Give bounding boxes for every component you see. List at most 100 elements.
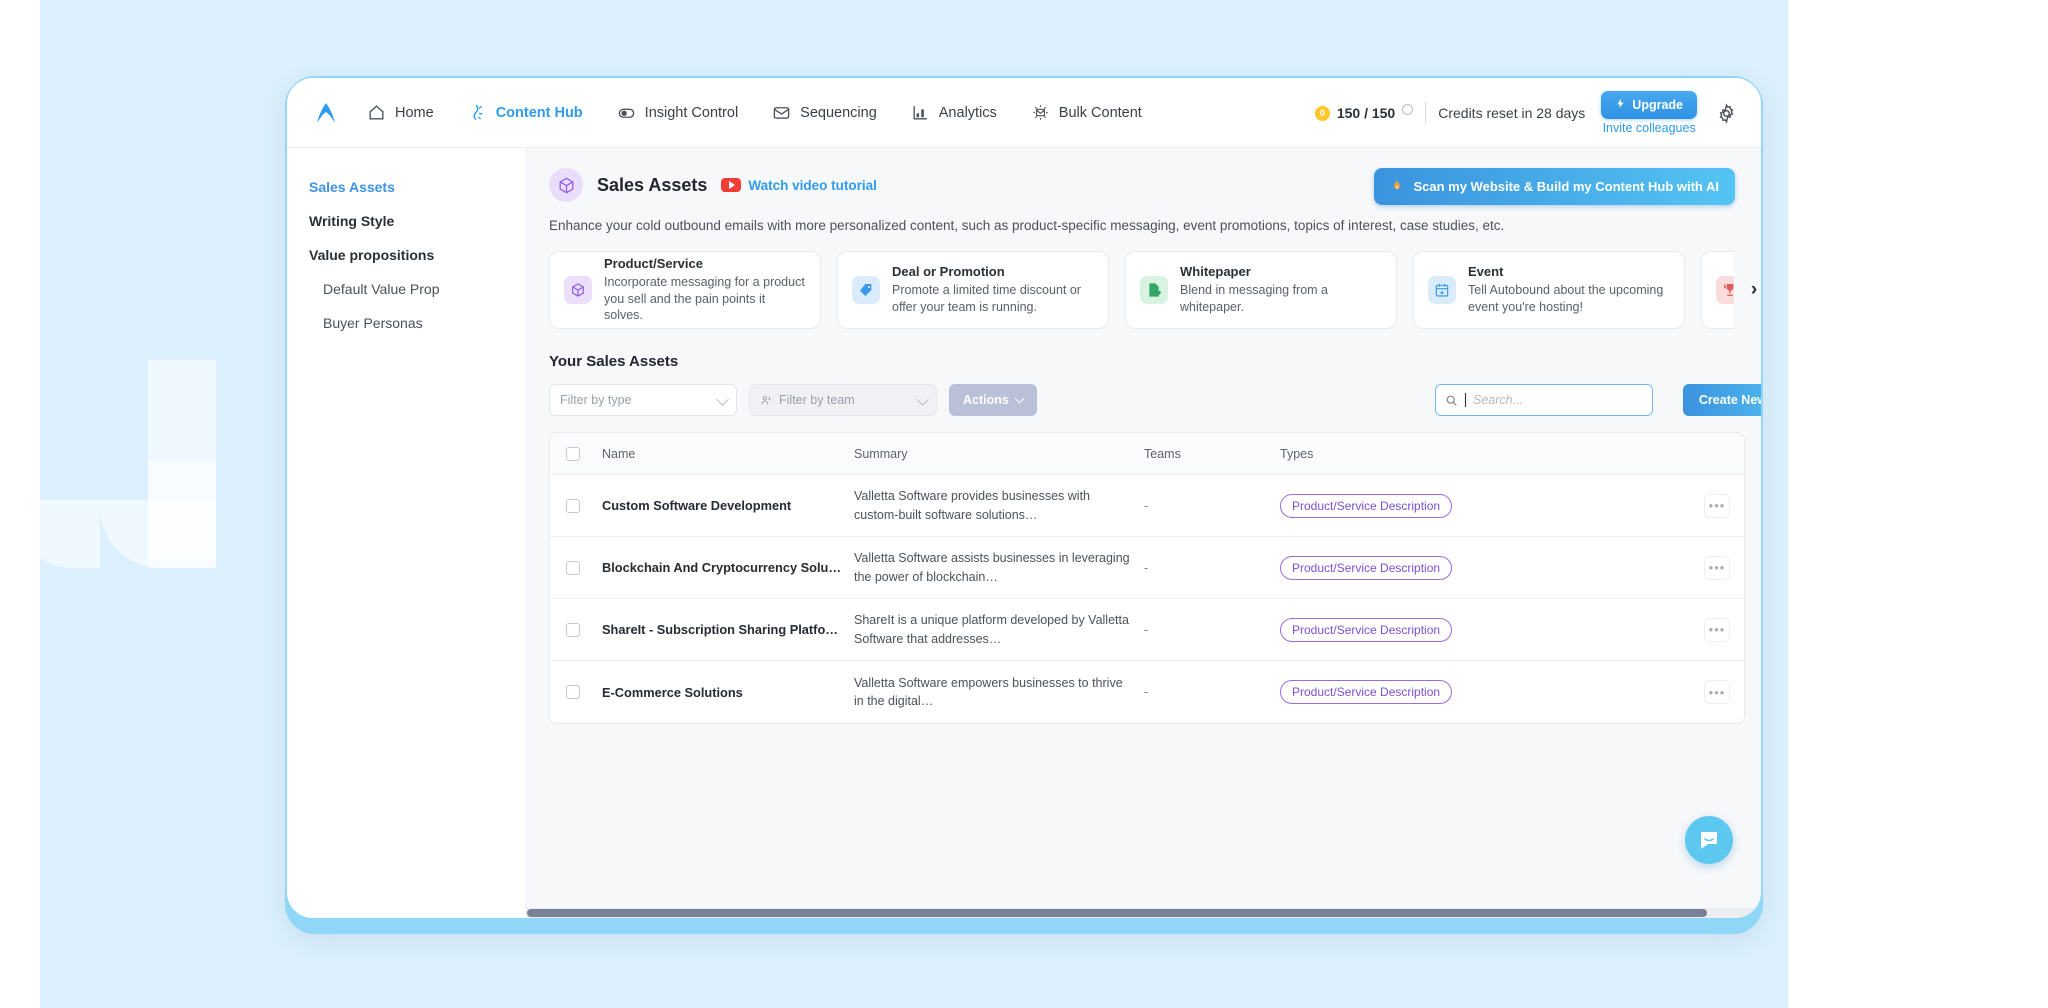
- select-all-checkbox[interactable]: [566, 446, 580, 461]
- column-header-summary[interactable]: Summary: [848, 447, 1138, 461]
- invite-colleagues-link[interactable]: Invite colleagues: [1603, 121, 1696, 135]
- column-header-types[interactable]: Types: [1274, 447, 1574, 461]
- table-row[interactable]: ShareIt - Subscription Sharing Platfo… S…: [550, 599, 1744, 661]
- nav-item-insight-control[interactable]: Insight Control: [617, 103, 739, 122]
- row-summary: ShareIt is a unique platform developed b…: [854, 613, 1129, 646]
- main-content: Sales Assets Watch video tutorial Scan m…: [527, 148, 1761, 918]
- people-icon: [760, 394, 773, 407]
- sidebar: Sales Assets Writing Style Value proposi…: [287, 148, 527, 918]
- table-header-row: Name Summary Teams Types: [550, 433, 1744, 475]
- row-checkbox-cell: [550, 685, 596, 699]
- row-checkbox[interactable]: [566, 622, 580, 637]
- card-title: Event: [1468, 264, 1504, 280]
- horizontal-scrollbar[interactable]: [527, 908, 1761, 918]
- row-checkbox[interactable]: [566, 560, 580, 575]
- card-description: Tell Autobound about the upcoming event …: [1468, 283, 1664, 314]
- table-row[interactable]: Blockchain And Cryptocurrency Solut… Val…: [550, 537, 1744, 599]
- gear-icon[interactable]: [1713, 100, 1739, 126]
- app-window: Home Content Hub Insight Control Sequenc…: [287, 78, 1761, 918]
- chat-bubble-icon[interactable]: [1685, 816, 1733, 864]
- asset-type-card[interactable]: Whitepaper Blend in messaging from a whi…: [1125, 251, 1397, 329]
- bar-chart-icon: [911, 103, 930, 122]
- row-teams: -: [1144, 560, 1149, 575]
- chevron-down-icon: [916, 393, 929, 406]
- row-menu-button[interactable]: •••: [1704, 555, 1730, 580]
- row-type-badge: Product/Service Description: [1280, 555, 1453, 580]
- asset-type-card[interactable]: Case Study Leverage a case study to buil…: [1701, 251, 1734, 329]
- nav-label-insight-control: Insight Control: [644, 104, 739, 121]
- row-name: Custom Software Development: [602, 498, 792, 513]
- nav-items: Home Content Hub Insight Control Sequenc…: [367, 103, 1142, 122]
- card-title: Whitepaper: [1180, 264, 1251, 280]
- row-checkbox-cell: [550, 498, 596, 513]
- row-name: ShareIt - Subscription Sharing Platfo…: [602, 622, 839, 637]
- asset-type-card[interactable]: Deal or Promotion Promote a limited time…: [837, 251, 1109, 329]
- row-name: Blockchain And Cryptocurrency Solut…: [602, 560, 842, 575]
- row-checkbox[interactable]: [566, 498, 580, 513]
- row-type-badge: Product/Service Description: [1280, 680, 1453, 704]
- asset-type-card[interactable]: Product/Service Incorporate messaging fo…: [549, 251, 821, 329]
- row-checkbox[interactable]: [566, 685, 580, 699]
- select-all-checkbox-cell: [550, 446, 596, 461]
- nav-item-sequencing[interactable]: Sequencing: [772, 103, 877, 122]
- sidebar-item-value-propositions[interactable]: Value propositions: [287, 238, 526, 272]
- watch-video-tutorial-link[interactable]: Watch video tutorial: [721, 178, 877, 193]
- chevron-down-icon: [1014, 393, 1025, 403]
- credits-display: 0 150 / 150: [1314, 103, 1414, 121]
- horizontal-scrollbar-thumb[interactable]: [527, 909, 1707, 917]
- section-title: Your Sales Assets: [549, 353, 679, 370]
- scan-button-label: Scan my Website & Build my Content Hub w…: [1413, 179, 1719, 194]
- nav-label-bulk-content: Bulk Content: [1058, 104, 1142, 121]
- row-checkbox-cell: [550, 622, 596, 637]
- nav-label-content-hub: Content Hub: [495, 104, 583, 121]
- row-teams: -: [1144, 685, 1149, 699]
- chevron-right-icon[interactable]: ›: [1743, 279, 1761, 301]
- watermark-shape: [148, 460, 216, 568]
- filter-by-type-select[interactable]: Filter by type: [549, 384, 737, 416]
- row-teams: -: [1144, 622, 1149, 637]
- document-edit-icon: [1140, 276, 1168, 304]
- row-summary: Valletta Software empowers businesses to…: [854, 675, 1123, 708]
- tutorial-label: Watch video tutorial: [748, 177, 877, 193]
- column-header-teams[interactable]: Teams: [1138, 447, 1274, 461]
- filter-by-team-select[interactable]: Filter by team: [749, 384, 937, 416]
- sidebar-item-default-value-prop[interactable]: Default Value Prop: [287, 272, 526, 306]
- sidebar-item-sales-assets[interactable]: Sales Assets: [287, 170, 526, 204]
- create-new-button[interactable]: Create New: [1682, 384, 1761, 416]
- credits-reset-text: Credits reset in 28 days: [1438, 105, 1586, 121]
- upgrade-button[interactable]: Upgrade: [1601, 91, 1697, 119]
- nav-item-bulk-content[interactable]: Bulk Content: [1031, 103, 1142, 122]
- upgrade-cluster: Upgrade Invite colleagues: [1601, 91, 1697, 135]
- toggle-icon: [617, 103, 636, 122]
- actions-button[interactable]: Actions: [949, 384, 1037, 416]
- card-description: Blend in messaging from a whitepaper.: [1180, 283, 1328, 314]
- table-row[interactable]: Custom Software Development Valletta Sof…: [550, 475, 1744, 537]
- asset-type-card[interactable]: Event Tell Autobound about the upcoming …: [1413, 251, 1685, 329]
- nav-item-content-hub[interactable]: Content Hub: [468, 103, 583, 122]
- row-menu-button[interactable]: •••: [1704, 680, 1730, 704]
- search-input[interactable]: Search...: [1435, 384, 1653, 416]
- nav-item-analytics[interactable]: Analytics: [911, 103, 997, 122]
- scan-website-button[interactable]: Scan my Website & Build my Content Hub w…: [1374, 168, 1735, 205]
- filter-type-placeholder: Filter by type: [560, 393, 632, 407]
- nav-right-cluster: 0 150 / 150 Credits reset in 28 days Upg…: [1314, 78, 1745, 148]
- card-description: Promote a limited time discount or offer…: [892, 283, 1081, 314]
- row-menu-button[interactable]: •••: [1704, 617, 1730, 642]
- content-hub-icon: [468, 103, 487, 122]
- sidebar-item-buyer-personas[interactable]: Buyer Personas: [287, 306, 526, 340]
- autobound-logo-icon[interactable]: [309, 96, 343, 130]
- table-row[interactable]: E-Commerce Solutions Valletta Software e…: [550, 661, 1744, 723]
- chevron-down-icon: [716, 393, 729, 406]
- row-checkbox-cell: [550, 560, 596, 575]
- sidebar-item-writing-style[interactable]: Writing Style: [287, 204, 526, 238]
- nav-item-home[interactable]: Home: [367, 103, 434, 122]
- trophy-icon: [1716, 276, 1734, 304]
- column-header-name[interactable]: Name: [596, 447, 848, 461]
- tag-icon: [852, 276, 880, 304]
- row-menu-button[interactable]: •••: [1704, 493, 1730, 518]
- asset-type-cards: Product/Service Incorporate messaging fo…: [549, 251, 1734, 329]
- info-icon[interactable]: [1402, 103, 1414, 115]
- package-icon: [564, 276, 592, 304]
- fire-icon: [1390, 177, 1404, 196]
- row-name: E-Commerce Solutions: [602, 684, 743, 700]
